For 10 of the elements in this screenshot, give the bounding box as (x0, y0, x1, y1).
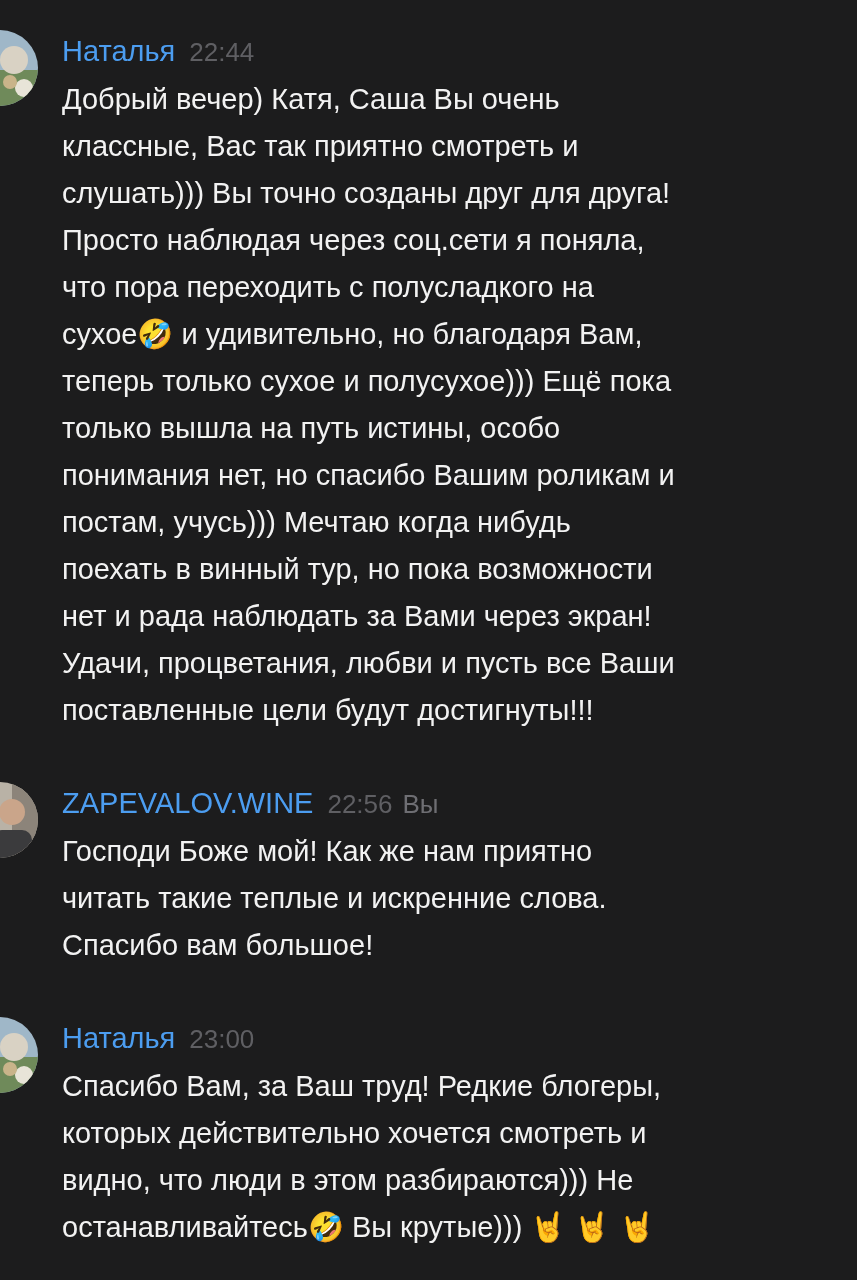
own-label: Вы (402, 788, 439, 821)
author-name[interactable]: Наталья (62, 1017, 176, 1061)
message-text: Господи Боже мой! Как же нам приятно читать такие теплые и искренние слова. Спасибо вам большое! (62, 834, 608, 963)
message-text: Добрый вечер) Катя, Саша Вы очень классные, Вас так приятно смотреть и слушать))) Вы точно созданы друг для друга! Просто наблюдая через соц.сети я поняла, что пора переходить с полусладкого на сухое🤣 и удивительно, но благодаря Вам, теперь только сухое и полусухое))) Ещё пока только вышла на путь истины, особо понимания нет, но спасибо Вашим роликам и постам, учусь))) Мечтаю когда нибудь поехать в винный тур, но пока возможности нет и рада наблюдать за Вами через экран! Удачи, процветания, любви и пусть все Ваши поставленные цели будут достигнуты!!! (62, 82, 676, 728)
author-name[interactable]: Наталья (62, 30, 176, 74)
author-name[interactable]: ZAPEVALOV.WINE (62, 782, 314, 826)
message-time: 22:44 (189, 36, 255, 69)
message-time: 22:56 (327, 788, 393, 821)
message-text: Спасибо Вам, за Ваш труд! Редкие блогеры, которых действительно хочется смотреть и видно, что люди в этом разбираются))) Не останавливайтесь🤣 Вы крутые))) 🤘 🤘 🤘 (62, 1069, 663, 1245)
message-time: 23:00 (189, 1023, 255, 1056)
